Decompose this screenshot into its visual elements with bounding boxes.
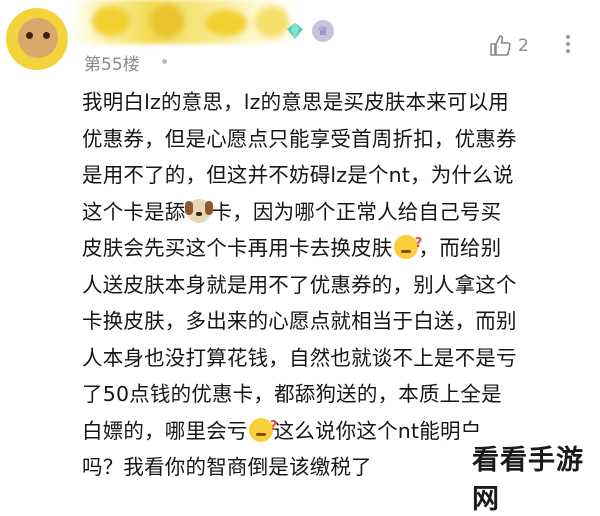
like-button[interactable]: 2 — [488, 34, 529, 58]
thinking-face-emoji-icon: ? — [248, 417, 277, 442]
thumbs-up-icon — [490, 35, 511, 56]
avatar-eye-right — [43, 32, 50, 39]
more-vertical-icon[interactable] — [564, 32, 572, 58]
comment-line: 卡换皮肤，多出来的心愿点就相当于白送，而别 — [82, 303, 596, 340]
comment-text: 白嫖的，哪里会亏 — [82, 418, 248, 443]
blurred-username-blob — [205, 10, 247, 36]
comment-text: 卡，因为哪个正常人给自己号买 — [211, 199, 502, 224]
user-avatar[interactable] — [6, 8, 68, 70]
blurred-username-blob — [150, 4, 184, 38]
avatar-face — [18, 18, 58, 58]
comment-text: 皮肤会先买这个卡再用卡去换皮肤 — [82, 236, 393, 260]
comment-line: 是用不了的，但这并不妨碍lz是个nt，为什么说 — [82, 157, 596, 194]
separator-dot — [162, 59, 167, 64]
comment-line: 我明白lz的意思，lz的意思是买皮肤本来可以用 — [82, 84, 596, 121]
comment-line: 人本身也没打算花钱，自然也就谈不上是不是亏 — [82, 340, 596, 377]
comment-line: 人送皮肤本身就是用不了优惠券的，别人拿这个 — [82, 267, 596, 304]
comment-screen: ♕ 第55楼 2 我明白lz的意思，lz的意思是买皮肤本来可以用 优惠券，但是心愿… — [0, 0, 600, 515]
blurred-username-blob — [255, 6, 289, 38]
comment-text: ，而给别 — [418, 236, 502, 260]
comment-text: 这个卡是舔 — [82, 199, 186, 224]
comment-text: 了50点钱的优惠卡，都舔狗送的，本质上全是 — [82, 382, 502, 406]
comment-text: 我明白lz的意思，lz的意思是买皮肤本来可以用 — [82, 90, 510, 114]
comment-line: 皮肤会先买这个卡再用卡去换皮肤? ，而给别 — [82, 230, 596, 267]
comment-text: 优惠券，但是心愿点只能享受首周折扣，优惠券 — [82, 126, 517, 151]
diamond-level-icon — [287, 23, 303, 39]
comment-line: 优惠券，但是心愿点只能享受首周折扣，优惠券 — [82, 121, 596, 158]
comment-text: 卡换皮肤，多出来的心愿点就相当于白送，而别 — [82, 309, 517, 333]
comment-text: 人本身也没打算花钱，自然也就谈不上是不是亏 — [82, 345, 517, 370]
avatar-eye-left — [26, 32, 33, 39]
floor-label: 第55楼 — [84, 55, 140, 75]
dog-face-emoji-icon — [184, 198, 213, 223]
comment-text: 吗？我看你的智商倒是该缴税了 — [82, 455, 372, 479]
comment-body: 我明白lz的意思，lz的意思是买皮肤本来可以用 优惠券，但是心愿点只能享受首周折扣… — [82, 84, 596, 486]
comment-text: 人送皮肤本身就是用不了优惠券的，别人拿这个 — [82, 272, 517, 297]
blurred-username-blob — [92, 6, 130, 36]
watermark: 看看手游网 — [460, 432, 600, 515]
thinking-face-emoji-icon: ? — [393, 235, 422, 259]
comment-line: 这个卡是舔 卡，因为哪个正常人给自己号买 — [82, 194, 596, 231]
comment-line: 了50点钱的优惠卡，都舔狗送的，本质上全是 — [82, 376, 596, 413]
comment-text: 是用不了的，但这并不妨碍lz是个nt，为什么说 — [82, 163, 514, 187]
like-count: 2 — [518, 36, 529, 56]
comment-text: 这么说你这个nt能明白 — [273, 418, 482, 443]
vip-badge-icon: ♕ — [312, 20, 334, 42]
watermark-text: 看看手游网 — [472, 445, 584, 515]
